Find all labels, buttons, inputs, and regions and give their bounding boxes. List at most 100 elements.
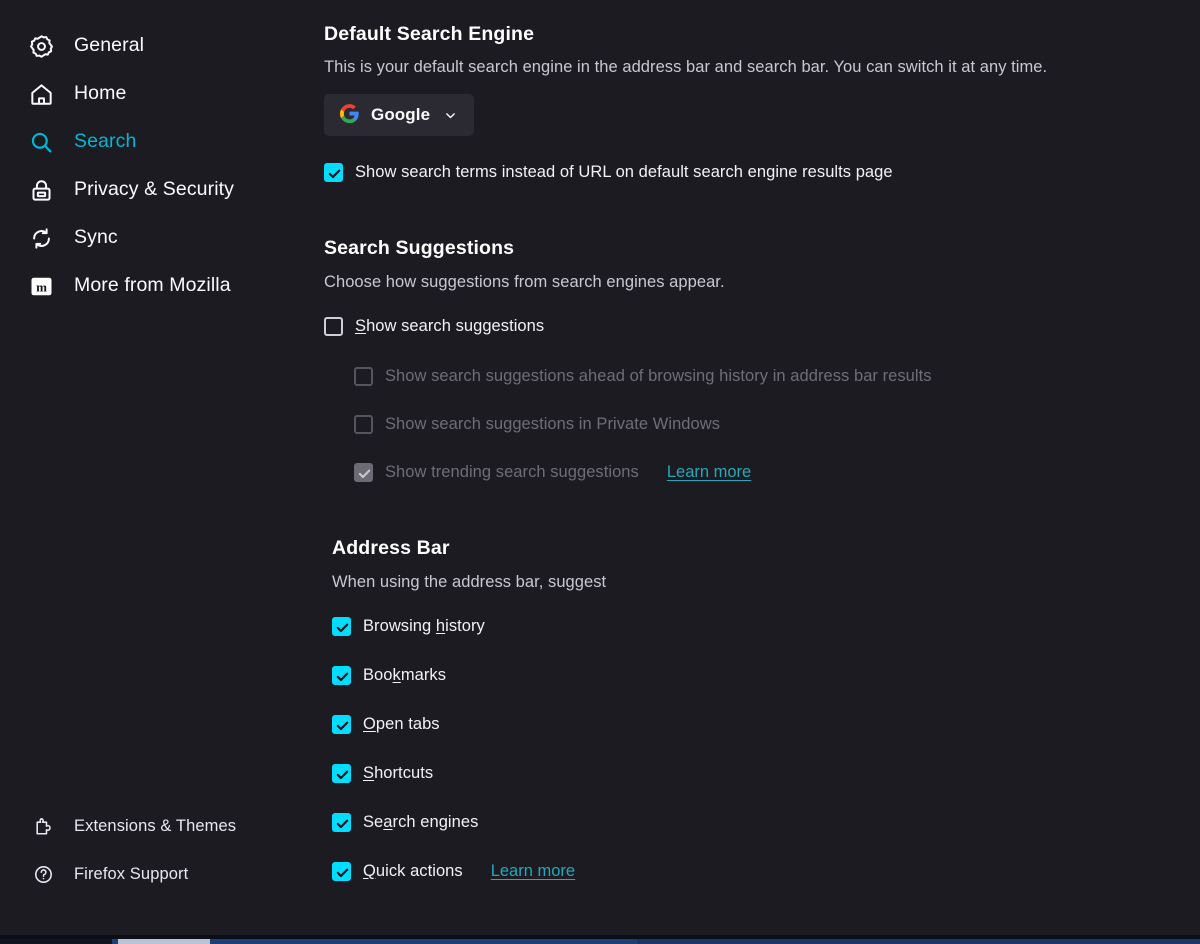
checkbox-row-bookmarks[interactable]: Bookmarks bbox=[332, 661, 1200, 689]
section-default-search-engine: Default Search Engine This is your defau… bbox=[324, 23, 1200, 186]
section-title: Address Bar bbox=[332, 537, 450, 560]
checkbox-row-show-search-terms[interactable]: Show search terms instead of URL on defa… bbox=[324, 158, 1200, 186]
checkbox-label: Show search suggestions ahead of browsin… bbox=[385, 366, 932, 385]
label-text: how search suggestions bbox=[366, 316, 545, 335]
checkbox-quick-actions[interactable] bbox=[332, 861, 351, 881]
label-text: uick actions bbox=[375, 861, 463, 880]
puzzle-icon bbox=[32, 815, 54, 837]
sidebar-item-home[interactable]: Home bbox=[0, 70, 322, 118]
accesskey: S bbox=[363, 763, 375, 782]
section-title: Search Suggestions bbox=[324, 237, 515, 260]
accesskey: a bbox=[383, 812, 393, 831]
sidebar-item-firefox-support[interactable]: Firefox Support bbox=[0, 850, 322, 898]
checkbox-label: Show search terms instead of URL on defa… bbox=[355, 162, 893, 181]
label-text: marks bbox=[400, 665, 446, 684]
sidebar-item-label: Home bbox=[74, 82, 127, 105]
sync-icon bbox=[28, 225, 54, 251]
checkbox-label: Browsing history bbox=[363, 618, 485, 635]
checkbox-show-search-terms[interactable] bbox=[324, 162, 343, 182]
checkbox-row-quick-actions[interactable]: Quick actions Learn more bbox=[332, 857, 1200, 885]
checkbox-row-shortcuts[interactable]: Shortcuts bbox=[332, 759, 1200, 787]
gear-icon bbox=[28, 33, 54, 59]
sidebar-item-label: More from Mozilla bbox=[74, 274, 231, 297]
label-text: istory bbox=[445, 616, 485, 635]
svg-text:m: m bbox=[36, 279, 47, 294]
google-g-icon bbox=[339, 103, 360, 127]
checkbox-open-tabs[interactable] bbox=[332, 714, 351, 734]
accesskey: h bbox=[435, 616, 446, 635]
sidebar-footer-label: Firefox Support bbox=[74, 864, 189, 883]
checkbox-label: Open tabs bbox=[363, 716, 440, 733]
checkbox-row-trending-suggestions[interactable]: Show trending search suggestions Learn m… bbox=[354, 458, 1200, 486]
checkbox-label: Search engines bbox=[363, 814, 478, 831]
checkbox-row-browsing-history[interactable]: Browsing history bbox=[332, 612, 1200, 640]
default-search-engine-dropdown[interactable]: Google bbox=[324, 94, 475, 137]
sidebar-item-privacy-security[interactable]: Privacy & Security bbox=[0, 166, 322, 214]
settings-main-content: Default Search Engine This is your defau… bbox=[322, 0, 1200, 944]
checkbox-label: Shortcuts bbox=[363, 765, 433, 782]
os-taskbar-strip bbox=[0, 935, 1200, 944]
checkbox-suggestions-private-windows[interactable] bbox=[354, 414, 373, 434]
checkbox-row-suggestions-ahead-of-history[interactable]: Show search suggestions ahead of browsin… bbox=[354, 362, 1200, 390]
checkbox-trending-suggestions[interactable] bbox=[354, 462, 373, 482]
accesskey: k bbox=[392, 665, 401, 684]
mozilla-icon: m bbox=[28, 273, 54, 299]
checkbox-label: Bookmarks bbox=[363, 667, 446, 684]
checkbox-row-search-engines[interactable]: Search engines bbox=[332, 808, 1200, 836]
section-search-suggestions: Search Suggestions Choose how suggestion… bbox=[324, 237, 1200, 486]
sidebar-item-sync[interactable]: Sync bbox=[0, 214, 322, 262]
section-address-bar: Address Bar When using the address bar, … bbox=[324, 537, 1200, 885]
sidebar-footer-label: Extensions & Themes bbox=[74, 816, 237, 835]
sidebar-item-more-from-mozilla[interactable]: m More from Mozilla bbox=[0, 262, 322, 310]
checkbox-row-show-search-suggestions[interactable]: Show search suggestions bbox=[324, 312, 1200, 340]
sidebar-item-search[interactable]: Search bbox=[0, 118, 322, 166]
checkbox-row-suggestions-private-windows[interactable]: Show search suggestions in Private Windo… bbox=[354, 410, 1200, 438]
settings-sidebar: General Home Search Privacy & Security S… bbox=[0, 0, 322, 944]
taskbar-segment-left bbox=[0, 939, 112, 944]
learn-more-link-quick-actions[interactable]: Learn more bbox=[491, 862, 575, 881]
checkbox-label: Show search suggestions in Private Windo… bbox=[385, 414, 721, 433]
checkbox-label: Show trending search suggestions bbox=[385, 462, 639, 481]
search-suggestions-suboptions: Show search suggestions ahead of browsin… bbox=[354, 362, 1200, 486]
settings-page: General Home Search Privacy & Security S… bbox=[0, 0, 1200, 944]
taskbar-segment-right bbox=[637, 939, 1200, 944]
label-text: Se bbox=[363, 812, 384, 831]
accesskey: S bbox=[355, 316, 367, 335]
taskbar-segment-highlight bbox=[118, 939, 210, 944]
accesskey: Q bbox=[363, 861, 376, 880]
label-text: Browsing bbox=[363, 616, 436, 635]
sidebar-item-label: General bbox=[74, 34, 145, 57]
sidebar-item-label: Privacy & Security bbox=[74, 178, 235, 201]
accesskey: O bbox=[363, 714, 376, 733]
home-icon bbox=[28, 81, 54, 107]
label-text: Boo bbox=[363, 665, 393, 684]
address-bar-options: Browsing history Bookmarks Open tabs Sho… bbox=[332, 612, 1200, 885]
section-description: Choose how suggestions from search engin… bbox=[324, 272, 725, 291]
help-circle-icon bbox=[32, 863, 54, 885]
checkbox-suggestions-ahead-of-history[interactable] bbox=[354, 366, 373, 386]
checkbox-label: Quick actions bbox=[363, 863, 463, 880]
section-title: Default Search Engine bbox=[324, 23, 535, 45]
checkbox-bookmarks[interactable] bbox=[332, 665, 351, 685]
checkbox-shortcuts[interactable] bbox=[332, 763, 351, 783]
checkbox-browsing-history[interactable] bbox=[332, 616, 351, 636]
checkbox-show-search-suggestions[interactable] bbox=[324, 316, 343, 336]
sidebar-item-label: Search bbox=[74, 130, 137, 153]
checkbox-row-open-tabs[interactable]: Open tabs bbox=[332, 710, 1200, 738]
checkbox-search-engines[interactable] bbox=[332, 812, 351, 832]
sidebar-item-extensions-themes[interactable]: Extensions & Themes bbox=[0, 802, 322, 850]
search-icon bbox=[28, 129, 54, 155]
lock-icon bbox=[28, 177, 54, 203]
checkbox-label: Show search suggestions bbox=[355, 318, 544, 335]
label-text: hortcuts bbox=[374, 763, 434, 782]
sidebar-item-general[interactable]: General bbox=[0, 22, 322, 70]
label-text: rch engines bbox=[392, 812, 479, 831]
chevron-down-icon bbox=[444, 109, 457, 122]
sidebar-footer: Extensions & Themes Firefox Support bbox=[0, 802, 322, 898]
label-text: pen tabs bbox=[375, 714, 440, 733]
section-description: This is your default search engine in th… bbox=[324, 58, 1048, 77]
learn-more-link-trending[interactable]: Learn more bbox=[667, 463, 751, 482]
selected-engine-label: Google bbox=[371, 105, 431, 125]
sidebar-item-label: Sync bbox=[74, 226, 118, 249]
section-description: When using the address bar, suggest bbox=[332, 572, 607, 591]
